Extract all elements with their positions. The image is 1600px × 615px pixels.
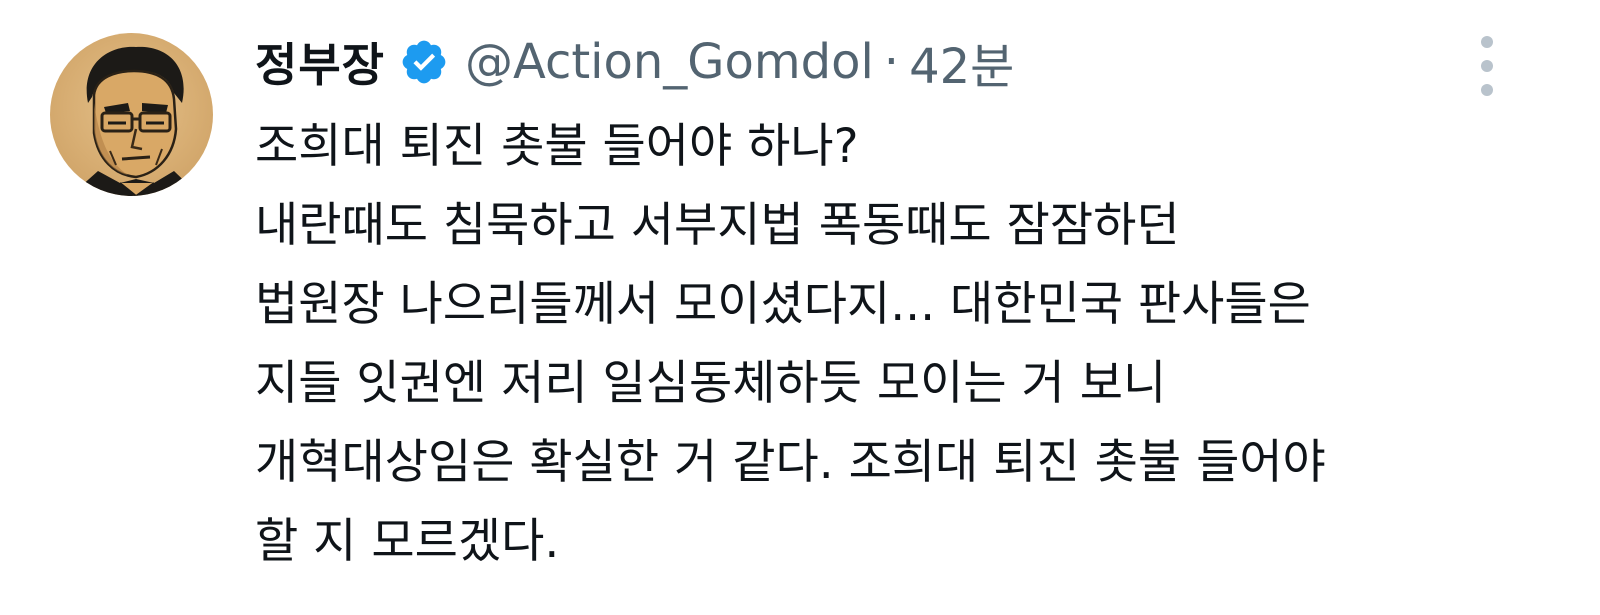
tweet-text-line: 내란때도 침묵하고 서부지법 폭동때도 잠잠하던 [255,198,1180,253]
user-handle[interactable]: @Action_Gomdol [465,34,874,90]
more-dot [1481,60,1493,72]
tweet-text-line: 지들 잇권엔 저리 일심동체하듯 모이는 거 보니 [255,356,1167,411]
tweet-text: 조희대 퇴진 촛불 들어야 하나? 내란때도 침묵하고 서부지법 폭동때도 잠잠… [255,107,1585,581]
tweet-text-line: 개혁대상임은 확실한 거 같다. 조희대 퇴진 촛불 들어야 [255,435,1326,490]
more-dot [1481,84,1493,96]
tweet-text-line: 할 지 모르겠다. [255,514,560,569]
avatar-portrait-icon [70,46,200,196]
verified-badge-icon [399,37,449,87]
more-options-icon[interactable] [1472,36,1502,96]
tweet-text-line: 법원장 나으리들께서 모이셨다지... 대한민국 판사들은 [255,277,1311,332]
tweet: 정부장 @Action_Gomdol · 42분 조희대 퇴진 촛불 들어야 하… [0,0,1600,615]
tweet-text-line: 조희대 퇴진 촛불 들어야 하나? [255,119,859,174]
tweet-header: 정부장 @Action_Gomdol · 42분 [255,22,1014,102]
avatar[interactable] [50,33,213,196]
more-dot [1481,36,1493,48]
post-time[interactable]: 42분 [909,27,1014,97]
separator-dot: · [883,34,900,90]
display-name[interactable]: 정부장 [255,29,385,95]
